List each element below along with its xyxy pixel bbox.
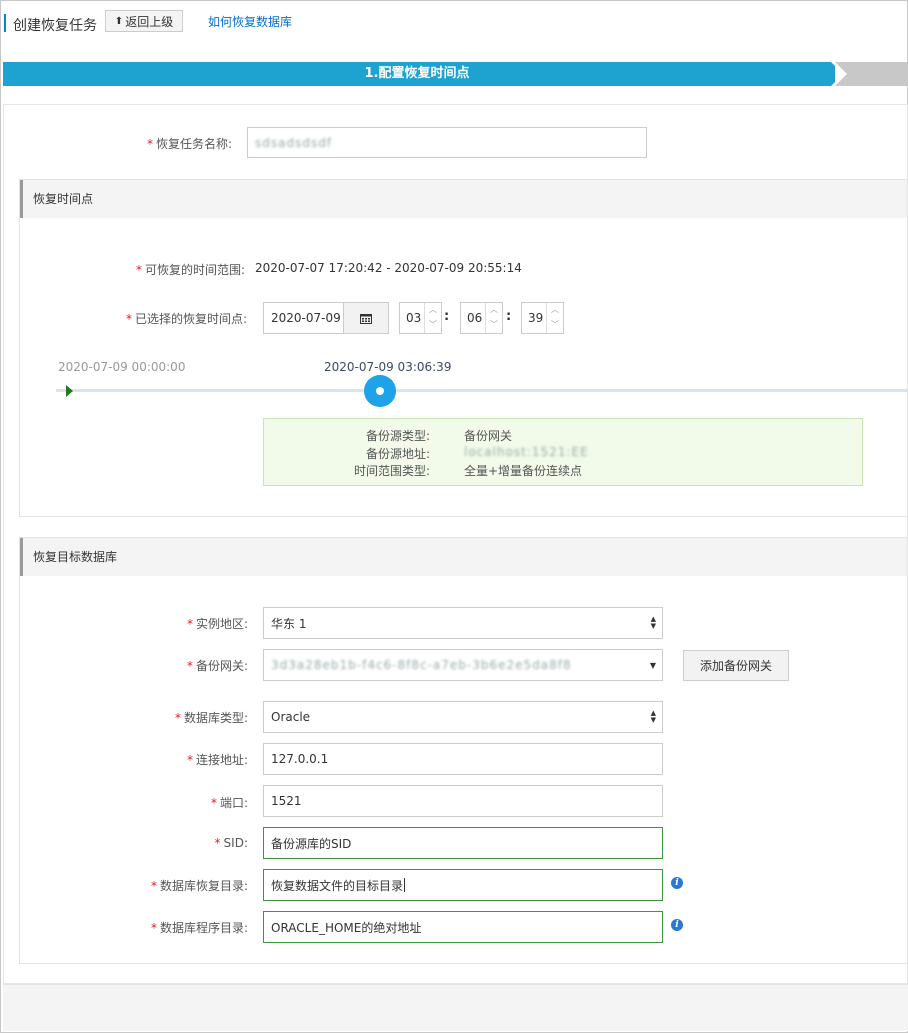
source-address-label: 备份源地址: [365,447,430,461]
time-slider-track[interactable] [56,389,908,392]
range-type-value: 全量+增量备份连续点 [464,464,583,478]
text-cursor [404,878,406,892]
title-accent-bar [4,14,6,32]
time-range-value: 2020-07-07 17:20:42 - 2020-07-09 20:55:1… [255,261,522,275]
info-icon[interactable]: i [671,919,683,931]
time-separator: : [444,309,450,324]
footer-bar [3,984,908,1031]
decrement-chevron-icon[interactable]: ﹀ [547,318,563,333]
region-label: * 实例地区: [186,617,248,631]
time-range-label: * 可恢复的时间范围: [135,263,245,277]
add-gateway-button[interactable]: 添加备份网关 [683,650,789,681]
upload-arrow-icon: ⬆ [114,15,124,27]
port-label: * 端口: [210,796,248,810]
port-input[interactable]: 1521 [263,785,663,817]
back-button[interactable]: ⬆ 返回上级 [105,10,183,32]
decrement-chevron-icon[interactable]: ﹀ [486,318,502,333]
increment-chevron-icon[interactable]: ︿ [425,303,441,318]
info-icon[interactable]: i [671,877,683,889]
back-button-label: 返回上级 [125,14,174,29]
program-dir-input[interactable]: ORACLE_HOME的绝对地址 [263,911,663,943]
handle-dot-icon [376,387,384,395]
date-input[interactable]: 2020-07-09 [263,302,344,334]
restore-time-section-title: 恢复时间点 [20,180,907,218]
select-updown-icon: ▲ ▼ [650,709,656,724]
dropdown-caret-icon: ▼ [649,660,656,670]
source-address-value: localhost:1521:EE [464,445,589,459]
slider-current-label: 2020-07-09 03:06:39 [324,360,452,374]
page-title: 创建恢复任务 [13,18,97,34]
region-select[interactable]: 华东 1 ▲ ▼ [263,607,663,639]
slider-start-marker-icon [66,385,73,397]
select-updown-icon: ▲ ▼ [650,615,656,630]
selected-time-label: * 已选择的恢复时间点: [125,312,247,326]
task-name-label: * 恢复任务名称: [146,137,232,151]
decrement-chevron-icon[interactable]: ﹀ [425,318,441,333]
restore-dir-input[interactable]: 恢复数据文件的目标目录 [263,869,663,901]
sid-input[interactable]: 备份源库的SID [263,827,663,859]
range-type-label: 时间范围类型: [353,464,430,478]
time-slider-handle[interactable] [364,375,396,407]
sid-label: * SID: [214,836,248,850]
target-db-section-title: 恢复目标数据库 [20,538,907,576]
slider-start-label: 2020-07-09 00:00:00 [58,360,186,374]
hour-stepper[interactable]: 03 ︿ ﹀ [399,302,442,334]
help-link[interactable]: 如何恢复数据库 [208,13,292,30]
step-2-notch [835,62,847,86]
backup-source-info-box: 备份源类型: 备份网关 备份源地址: localhost:1521:EE 时间范… [263,418,863,486]
task-name-input[interactable]: sdsadsdsdf [247,127,647,158]
host-label: * 连接地址: [186,753,248,767]
host-input[interactable]: 127.0.0.1 [263,743,663,775]
gateway-label: * 备份网关: [186,659,248,673]
minute-stepper[interactable]: 06 ︿ ﹀ [460,302,503,334]
time-separator: : [506,309,512,324]
db-type-select[interactable]: Oracle ▲ ▼ [263,701,663,733]
restore-dir-label: * 数据库恢复目录: [150,879,248,893]
source-type-value: 备份网关 [464,429,513,443]
db-type-label: * 数据库类型: [174,711,248,725]
step-progress-bar: 1.配置恢复时间点 [3,62,908,86]
increment-chevron-icon[interactable]: ︿ [547,303,563,318]
gateway-select[interactable]: 3d3a28eb1b-f4c6-8f8c-a7eb-3b6e2e5da8f8 ▼ [263,649,663,681]
program-dir-label: * 数据库程序目录: [150,921,248,935]
second-stepper[interactable]: 39 ︿ ﹀ [521,302,564,334]
step-1: 1.配置恢复时间点 [3,62,831,86]
calendar-button[interactable] [343,302,389,334]
calendar-icon [360,313,372,324]
increment-chevron-icon[interactable]: ︿ [486,303,502,318]
source-type-label: 备份源类型: [365,429,430,443]
